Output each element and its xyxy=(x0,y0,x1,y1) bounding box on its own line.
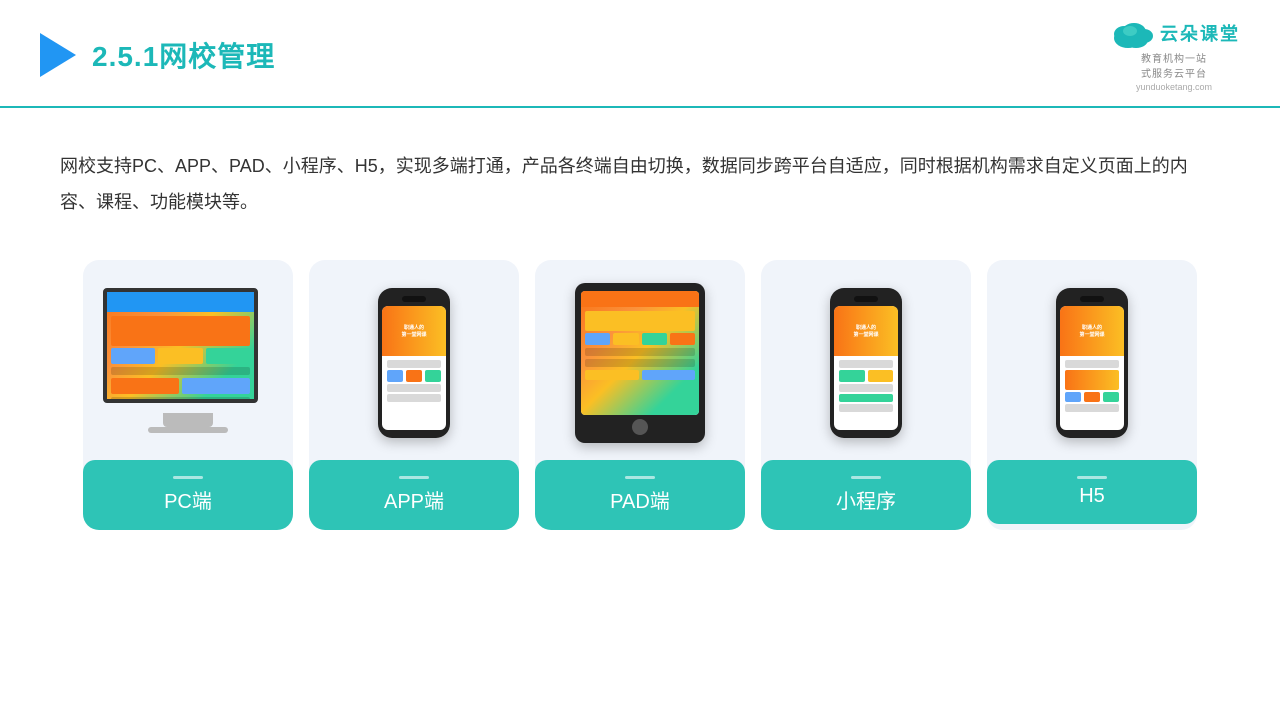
tablet-home-button xyxy=(632,419,648,435)
card-app-image: 职通人的第一堂网课 xyxy=(309,260,519,460)
phone-notch xyxy=(402,296,426,302)
card-mini-label: 小程序 xyxy=(761,460,971,530)
logo-cloud: 云朵课堂 xyxy=(1108,18,1240,48)
label-line xyxy=(625,476,655,479)
phone-notch xyxy=(1080,296,1104,302)
h5-label-text: H5 xyxy=(1079,485,1105,508)
card-pc[interactable]: PC端 xyxy=(83,260,293,530)
card-h5-image: 职通人的第一堂网课 xyxy=(987,260,1197,460)
tablet-screen xyxy=(581,291,699,415)
card-pc-label: PC端 xyxy=(83,460,293,530)
monitor-screen xyxy=(103,288,258,403)
app-label-text: APP端 xyxy=(384,485,444,514)
card-app[interactable]: 职通人的第一堂网课 xyxy=(309,260,519,530)
phone-screen-h5: 职通人的第一堂网课 xyxy=(1060,306,1124,430)
title-prefix: 2.5.1 xyxy=(92,41,159,72)
title-main: 网校管理 xyxy=(159,41,275,72)
card-h5-label: H5 xyxy=(987,460,1197,524)
logo-url: yunduoketang.com xyxy=(1136,82,1212,92)
mini-label-text: 小程序 xyxy=(836,485,896,514)
card-pad[interactable]: PAD端 xyxy=(535,260,745,530)
phone-device-app: 职通人的第一堂网课 xyxy=(378,288,450,438)
label-line xyxy=(399,476,429,479)
cards-container: PC端 职通人的第一堂网课 xyxy=(0,240,1280,560)
page-title: 2.5.1网校管理 xyxy=(92,35,275,75)
logo-area: 云朵课堂 教育机构一站 式服务云平台 yunduoketang.com xyxy=(1108,18,1240,92)
card-h5[interactable]: 职通人的第一堂网课 xyxy=(987,260,1197,530)
logo-brand-text: 云朵课堂 xyxy=(1160,20,1240,46)
card-mini[interactable]: 职通人的第一堂网课 xyxy=(761,260,971,530)
cloud-icon xyxy=(1108,18,1156,48)
label-line xyxy=(173,476,203,479)
card-mini-image: 职通人的第一堂网课 xyxy=(761,260,971,460)
phone-screen-app: 职通人的第一堂网课 xyxy=(382,306,446,430)
card-app-label: APP端 xyxy=(309,460,519,530)
pad-label-text: PAD端 xyxy=(610,485,670,514)
play-icon xyxy=(40,33,76,77)
label-line xyxy=(1077,476,1107,479)
pc-label-text: PC端 xyxy=(164,485,212,514)
phone-device-h5: 职通人的第一堂网课 xyxy=(1056,288,1128,438)
phone-screen-mini: 职通人的第一堂网课 xyxy=(834,306,898,430)
card-pc-image xyxy=(83,260,293,460)
label-line xyxy=(851,476,881,479)
header-left: 2.5.1网校管理 xyxy=(40,33,275,77)
logo-sub-text: 教育机构一站 式服务云平台 xyxy=(1141,50,1207,80)
tablet-device xyxy=(575,283,705,443)
card-pad-image xyxy=(535,260,745,460)
monitor-device xyxy=(103,288,273,438)
pc-screen-content xyxy=(107,292,254,399)
phone-device-mini: 职通人的第一堂网课 xyxy=(830,288,902,438)
header: 2.5.1网校管理 云朵课堂 教育机构一站 式服务云平台 yunduoketan… xyxy=(0,0,1280,108)
card-pad-label: PAD端 xyxy=(535,460,745,530)
phone-notch xyxy=(854,296,878,302)
description-text: 网校支持PC、APP、PAD、小程序、H5，实现多端打通，产品各终端自由切换，数… xyxy=(0,108,1280,240)
